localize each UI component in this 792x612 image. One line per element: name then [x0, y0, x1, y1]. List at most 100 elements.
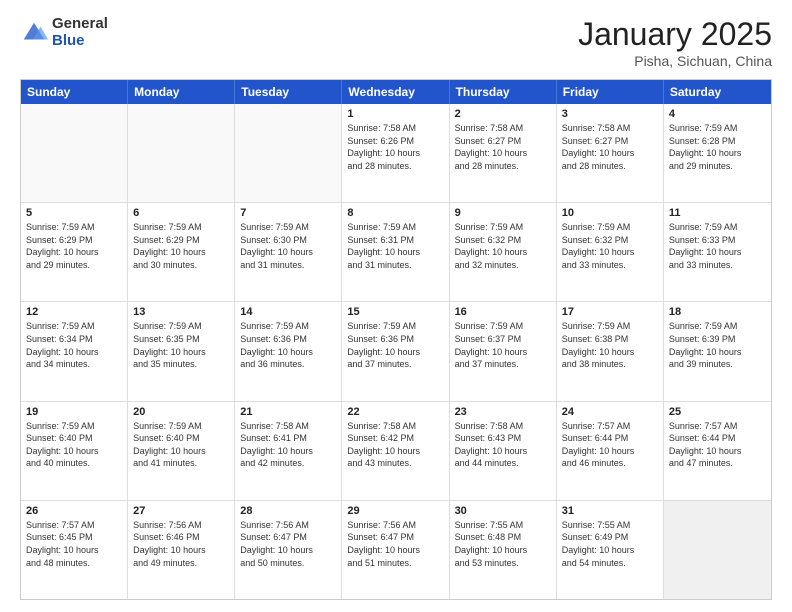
- logo-text: General Blue: [52, 16, 108, 49]
- day-info: Sunrise: 7:59 AM Sunset: 6:29 PM Dayligh…: [26, 221, 122, 271]
- day-cell-16: 16Sunrise: 7:59 AM Sunset: 6:37 PM Dayli…: [450, 302, 557, 400]
- day-info: Sunrise: 7:59 AM Sunset: 6:40 PM Dayligh…: [26, 420, 122, 470]
- day-info: Sunrise: 7:57 AM Sunset: 6:44 PM Dayligh…: [562, 420, 658, 470]
- day-number: 26: [26, 505, 122, 517]
- empty-cell: [235, 104, 342, 202]
- day-cell-28: 28Sunrise: 7:56 AM Sunset: 6:47 PM Dayli…: [235, 501, 342, 599]
- logo-blue-text: Blue: [52, 33, 108, 50]
- empty-cell: [21, 104, 128, 202]
- day-number: 4: [669, 108, 766, 120]
- day-cell-1: 1 Sunrise: 7:58 AM Sunset: 6:26 PM Daylig…: [342, 104, 449, 202]
- day-number: 16: [455, 306, 551, 318]
- day-cell-30: 30 Sunrise: 7:55 AM Sunset: 6:48 PM Dayli…: [450, 501, 557, 599]
- day-cell-20: 20 Sunrise: 7:59 AM Sunset: 6:40 PM Dayli…: [128, 402, 235, 500]
- header-day-wednesday: Wednesday: [342, 80, 449, 104]
- day-info: Sunrise: 7:59 AM Sunset: 6:32 PM Dayligh…: [455, 221, 551, 271]
- logo: General Blue: [20, 16, 108, 49]
- empty-cell: [128, 104, 235, 202]
- day-cell-27: 27Sunrise: 7:56 AM Sunset: 6:46 PM Dayli…: [128, 501, 235, 599]
- calendar-body: 1 Sunrise: 7:58 AM Sunset: 6:26 PM Daylig…: [21, 104, 771, 599]
- calendar-row-2: 12Sunrise: 7:59 AM Sunset: 6:34 PM Dayli…: [21, 301, 771, 400]
- day-info: Sunrise: 7:59 AM Sunset: 6:36 PM Dayligh…: [347, 320, 443, 370]
- day-number: 10: [562, 207, 658, 219]
- day-cell-11: 11Sunrise: 7:59 AM Sunset: 6:33 PM Dayli…: [664, 203, 771, 301]
- header-day-saturday: Saturday: [664, 80, 771, 104]
- day-cell-23: 23 Sunrise: 7:58 AM Sunset: 6:43 PM Dayli…: [450, 402, 557, 500]
- day-cell-13: 13 Sunrise: 7:59 AM Sunset: 6:35 PM Dayli…: [128, 302, 235, 400]
- day-info: Sunrise: 7:59 AM Sunset: 6:28 PM Dayligh…: [669, 122, 766, 172]
- title-block: January 2025 Pisha, Sichuan, China: [578, 16, 772, 69]
- day-cell-25: 25 Sunrise: 7:57 AM Sunset: 6:44 PM Dayli…: [664, 402, 771, 500]
- day-info: Sunrise: 7:59 AM Sunset: 6:30 PM Dayligh…: [240, 221, 336, 271]
- day-info: Sunrise: 7:59 AM Sunset: 6:35 PM Dayligh…: [133, 320, 229, 370]
- header-day-monday: Monday: [128, 80, 235, 104]
- day-number: 2: [455, 108, 551, 120]
- day-info: Sunrise: 7:57 AM Sunset: 6:45 PM Dayligh…: [26, 519, 122, 569]
- day-number: 29: [347, 505, 443, 517]
- day-number: 1: [347, 108, 443, 120]
- day-number: 21: [240, 406, 336, 418]
- day-info: Sunrise: 7:59 AM Sunset: 6:40 PM Dayligh…: [133, 420, 229, 470]
- day-cell-17: 17 Sunrise: 7:59 AM Sunset: 6:38 PM Dayli…: [557, 302, 664, 400]
- day-info: Sunrise: 7:57 AM Sunset: 6:44 PM Dayligh…: [669, 420, 766, 470]
- logo-general-text: General: [52, 16, 108, 33]
- day-cell-24: 24 Sunrise: 7:57 AM Sunset: 6:44 PM Dayli…: [557, 402, 664, 500]
- day-cell-5: 5Sunrise: 7:59 AM Sunset: 6:29 PM Daylig…: [21, 203, 128, 301]
- day-number: 12: [26, 306, 122, 318]
- day-number: 13: [133, 306, 229, 318]
- calendar-header: SundayMondayTuesdayWednesdayThursdayFrid…: [21, 80, 771, 104]
- day-cell-2: 2 Sunrise: 7:58 AM Sunset: 6:27 PM Daylig…: [450, 104, 557, 202]
- day-number: 9: [455, 207, 551, 219]
- day-number: 8: [347, 207, 443, 219]
- day-number: 30: [455, 505, 551, 517]
- day-cell-9: 9 Sunrise: 7:59 AM Sunset: 6:32 PM Daylig…: [450, 203, 557, 301]
- day-info: Sunrise: 7:59 AM Sunset: 6:36 PM Dayligh…: [240, 320, 336, 370]
- day-number: 24: [562, 406, 658, 418]
- day-number: 3: [562, 108, 658, 120]
- header-day-tuesday: Tuesday: [235, 80, 342, 104]
- day-info: Sunrise: 7:55 AM Sunset: 6:48 PM Dayligh…: [455, 519, 551, 569]
- day-info: Sunrise: 7:58 AM Sunset: 6:26 PM Dayligh…: [347, 122, 443, 172]
- day-cell-4: 4 Sunrise: 7:59 AM Sunset: 6:28 PM Daylig…: [664, 104, 771, 202]
- day-cell-6: 6Sunrise: 7:59 AM Sunset: 6:29 PM Daylig…: [128, 203, 235, 301]
- day-cell-15: 15Sunrise: 7:59 AM Sunset: 6:36 PM Dayli…: [342, 302, 449, 400]
- title-location: Pisha, Sichuan, China: [578, 53, 772, 69]
- calendar-row-0: 1 Sunrise: 7:58 AM Sunset: 6:26 PM Daylig…: [21, 104, 771, 202]
- header-day-friday: Friday: [557, 80, 664, 104]
- day-cell-19: 19 Sunrise: 7:59 AM Sunset: 6:40 PM Dayli…: [21, 402, 128, 500]
- day-number: 20: [133, 406, 229, 418]
- day-number: 18: [669, 306, 766, 318]
- day-cell-10: 10Sunrise: 7:59 AM Sunset: 6:32 PM Dayli…: [557, 203, 664, 301]
- day-cell-14: 14Sunrise: 7:59 AM Sunset: 6:36 PM Dayli…: [235, 302, 342, 400]
- day-cell-31: 31 Sunrise: 7:55 AM Sunset: 6:49 PM Dayli…: [557, 501, 664, 599]
- day-number: 19: [26, 406, 122, 418]
- day-cell-21: 21 Sunrise: 7:58 AM Sunset: 6:41 PM Dayli…: [235, 402, 342, 500]
- calendar-row-1: 5Sunrise: 7:59 AM Sunset: 6:29 PM Daylig…: [21, 202, 771, 301]
- day-cell-8: 8Sunrise: 7:59 AM Sunset: 6:31 PM Daylig…: [342, 203, 449, 301]
- calendar: SundayMondayTuesdayWednesdayThursdayFrid…: [20, 79, 772, 600]
- day-cell-22: 22Sunrise: 7:58 AM Sunset: 6:42 PM Dayli…: [342, 402, 449, 500]
- header-day-thursday: Thursday: [450, 80, 557, 104]
- day-info: Sunrise: 7:58 AM Sunset: 6:27 PM Dayligh…: [455, 122, 551, 172]
- header: General Blue January 2025 Pisha, Sichuan…: [20, 16, 772, 69]
- page: General Blue January 2025 Pisha, Sichuan…: [0, 0, 792, 612]
- day-number: 23: [455, 406, 551, 418]
- day-info: Sunrise: 7:58 AM Sunset: 6:27 PM Dayligh…: [562, 122, 658, 172]
- day-cell-3: 3 Sunrise: 7:58 AM Sunset: 6:27 PM Daylig…: [557, 104, 664, 202]
- calendar-row-4: 26 Sunrise: 7:57 AM Sunset: 6:45 PM Dayli…: [21, 500, 771, 599]
- day-cell-12: 12Sunrise: 7:59 AM Sunset: 6:34 PM Dayli…: [21, 302, 128, 400]
- day-info: Sunrise: 7:59 AM Sunset: 6:29 PM Dayligh…: [133, 221, 229, 271]
- day-number: 31: [562, 505, 658, 517]
- day-number: 27: [133, 505, 229, 517]
- day-number: 28: [240, 505, 336, 517]
- day-info: Sunrise: 7:59 AM Sunset: 6:38 PM Dayligh…: [562, 320, 658, 370]
- day-info: Sunrise: 7:58 AM Sunset: 6:43 PM Dayligh…: [455, 420, 551, 470]
- day-number: 17: [562, 306, 658, 318]
- day-info: Sunrise: 7:58 AM Sunset: 6:41 PM Dayligh…: [240, 420, 336, 470]
- day-cell-18: 18Sunrise: 7:59 AM Sunset: 6:39 PM Dayli…: [664, 302, 771, 400]
- logo-icon: [20, 19, 48, 47]
- day-number: 25: [669, 406, 766, 418]
- day-info: Sunrise: 7:55 AM Sunset: 6:49 PM Dayligh…: [562, 519, 658, 569]
- header-day-sunday: Sunday: [21, 80, 128, 104]
- day-info: Sunrise: 7:56 AM Sunset: 6:47 PM Dayligh…: [347, 519, 443, 569]
